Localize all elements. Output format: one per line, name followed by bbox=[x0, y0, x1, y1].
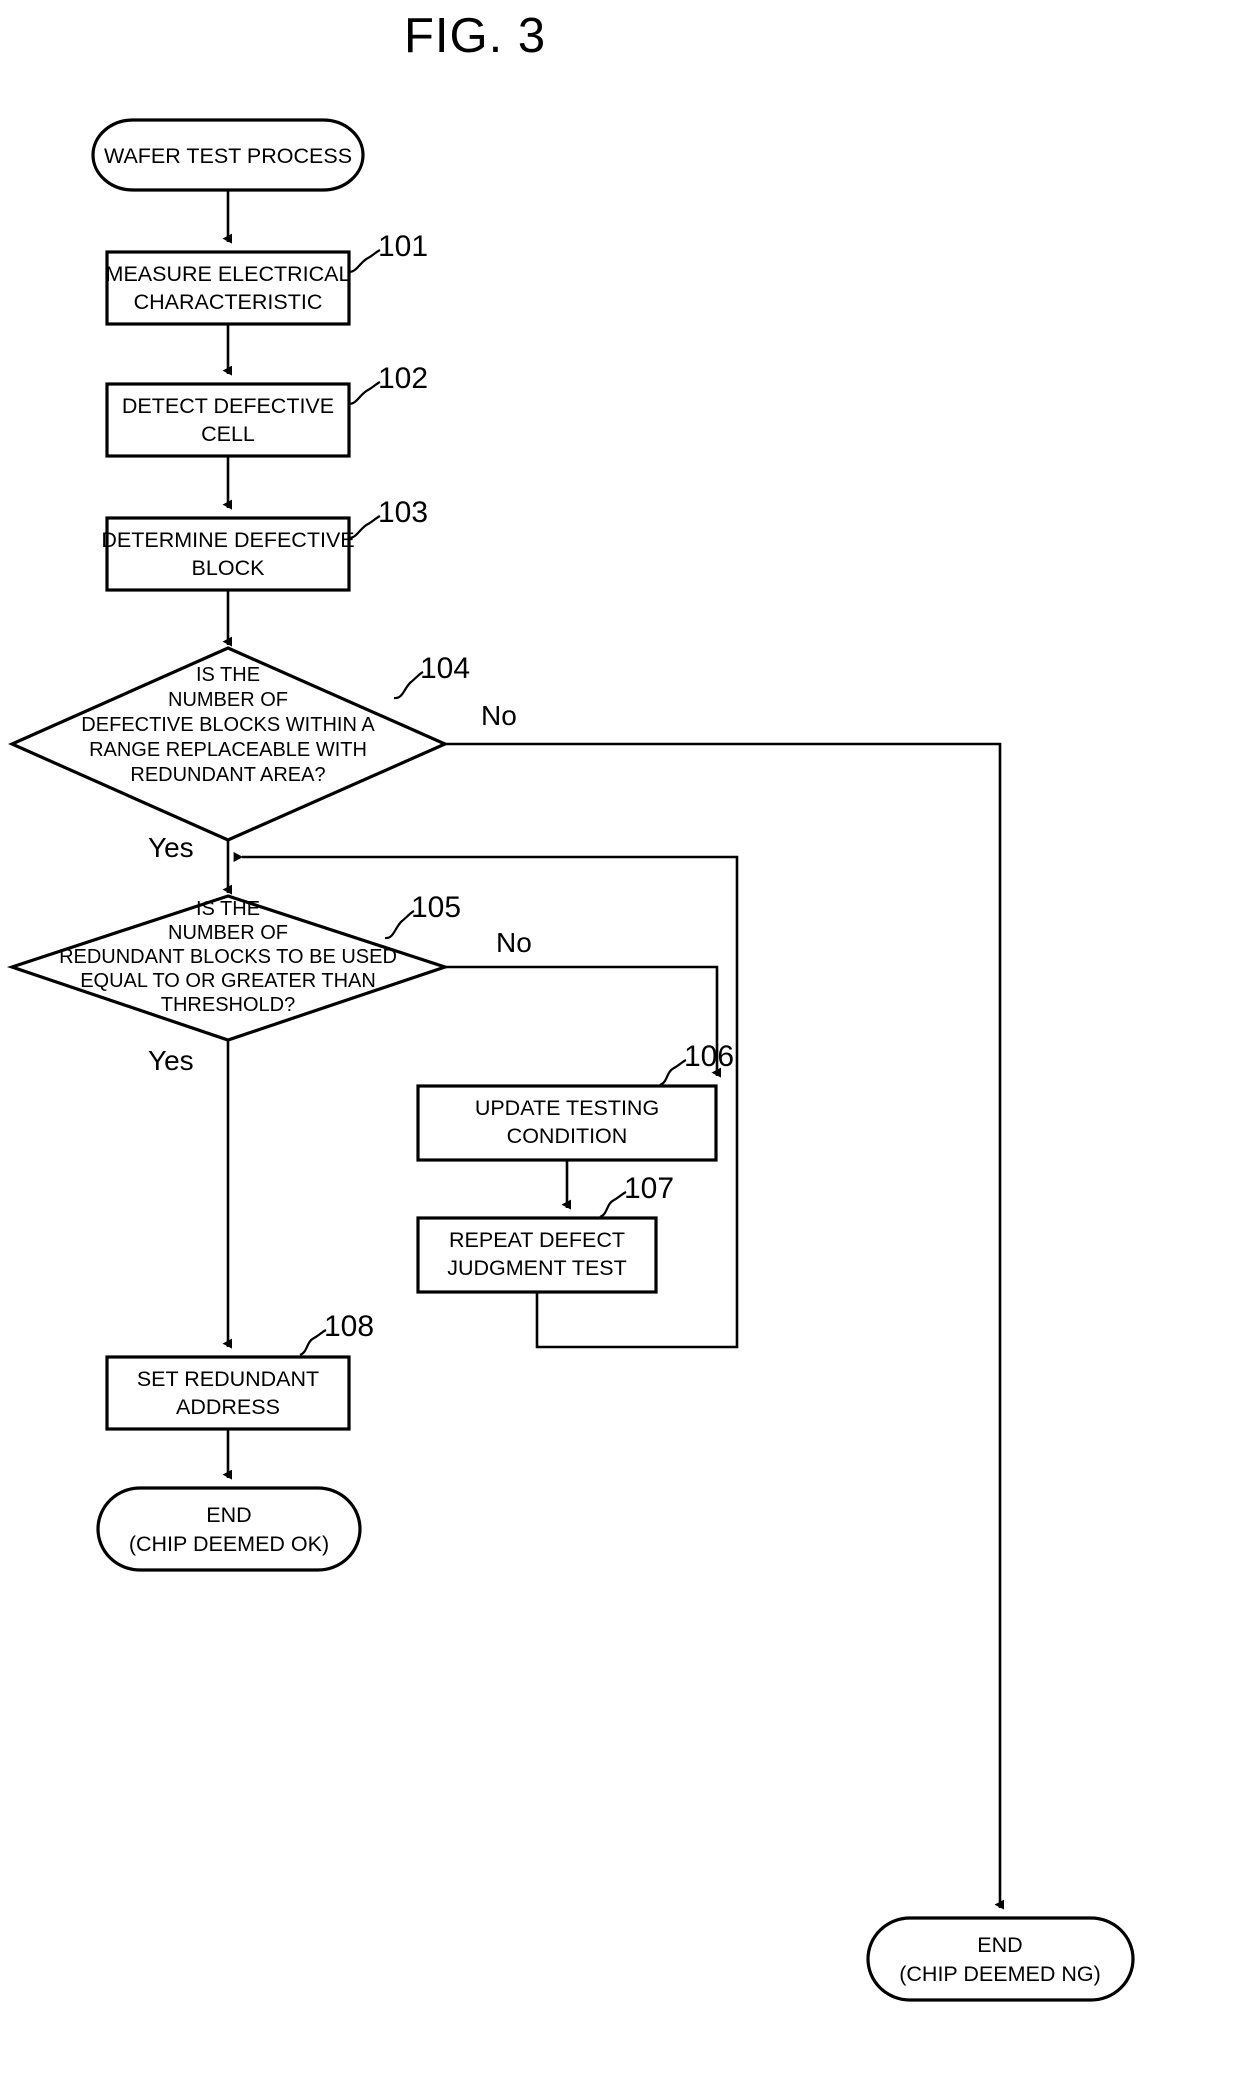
start-terminator-label: WAFER TEST PROCESS bbox=[104, 144, 352, 168]
process-101-line2: CHARACTERISTIC bbox=[134, 290, 323, 314]
process-106-line2: CONDITION bbox=[507, 1124, 628, 1148]
figure-root: FIG. 3 WAFER TEST PROCESS MEASURE ELECTR… bbox=[0, 0, 1240, 2079]
decision-105-line1: IS THE bbox=[196, 898, 260, 920]
flowchart-canvas: FIG. 3 WAFER TEST PROCESS MEASURE ELECTR… bbox=[6, 9, 1135, 2002]
edge-104-no-to-end-ng bbox=[445, 742, 1004, 1910]
leader-line-106 bbox=[659, 1059, 687, 1087]
process-108-line2: ADDRESS bbox=[176, 1395, 280, 1419]
ref-number-107: 107 bbox=[624, 1172, 674, 1205]
decision-105-line5: THRESHOLD? bbox=[161, 994, 295, 1016]
leader-line-108 bbox=[299, 1329, 327, 1357]
ref-number-106: 106 bbox=[684, 1040, 734, 1073]
edge-105-no-to-106 bbox=[445, 965, 721, 1078]
ref-number-105: 105 bbox=[411, 891, 461, 924]
decision-104-line1: IS THE bbox=[196, 664, 260, 686]
decision-104-line2: NUMBER OF bbox=[168, 689, 288, 711]
decision-104-line5: REDUNDANT AREA? bbox=[130, 764, 325, 786]
process-103-line1: DETERMINE DEFECTIVE bbox=[101, 528, 354, 552]
decision-105-line4: EQUAL TO OR GREATER THAN bbox=[80, 970, 376, 992]
ref-number-104: 104 bbox=[420, 652, 470, 685]
process-107-line2: JUDGMENT TEST bbox=[447, 1256, 627, 1280]
end-ok-line1: END bbox=[206, 1503, 251, 1527]
branch-label-105-yes: Yes bbox=[148, 1045, 194, 1076]
leader-line-101 bbox=[348, 249, 381, 274]
process-102-line2: CELL bbox=[201, 422, 255, 446]
process-103-line2: BLOCK bbox=[192, 556, 266, 580]
ref-number-108: 108 bbox=[324, 1310, 374, 1343]
decision-105-line2: NUMBER OF bbox=[168, 922, 288, 944]
end-ok-terminator-shape bbox=[96, 1486, 362, 1572]
decision-105-line3: REDUNDANT BLOCKS TO BE USED bbox=[59, 946, 397, 968]
leader-line-105 bbox=[384, 910, 415, 940]
process-102-line1: DETECT DEFECTIVE bbox=[122, 394, 334, 418]
decision-104-line3: DEFECTIVE BLOCKS WITHIN A bbox=[81, 714, 375, 736]
leader-line-102 bbox=[348, 381, 381, 406]
figure-title: FIG. 3 bbox=[404, 9, 546, 63]
decision-104-line4: RANGE REPLACEABLE WITH bbox=[89, 739, 367, 761]
ref-number-101: 101 bbox=[378, 230, 428, 263]
leader-line-104 bbox=[393, 671, 424, 700]
ref-number-103: 103 bbox=[378, 496, 428, 529]
branch-label-104-no: No bbox=[481, 700, 517, 731]
ref-number-102: 102 bbox=[378, 362, 428, 395]
end-ng-line2: (CHIP DEEMED NG) bbox=[899, 1962, 1100, 1986]
process-101-line1: MEASURE ELECTRICAL bbox=[106, 262, 351, 286]
end-ng-terminator-shape bbox=[866, 1916, 1135, 2002]
leader-line-107 bbox=[599, 1191, 627, 1219]
branch-label-104-yes: Yes bbox=[148, 832, 194, 863]
end-ng-line1: END bbox=[977, 1933, 1022, 1957]
process-106-line1: UPDATE TESTING bbox=[475, 1096, 659, 1120]
end-ok-line2: (CHIP DEEMED OK) bbox=[129, 1532, 329, 1556]
process-107-line1: REPEAT DEFECT bbox=[449, 1228, 625, 1252]
branch-label-105-no: No bbox=[496, 927, 532, 958]
process-108-line1: SET REDUNDANT bbox=[137, 1367, 319, 1391]
